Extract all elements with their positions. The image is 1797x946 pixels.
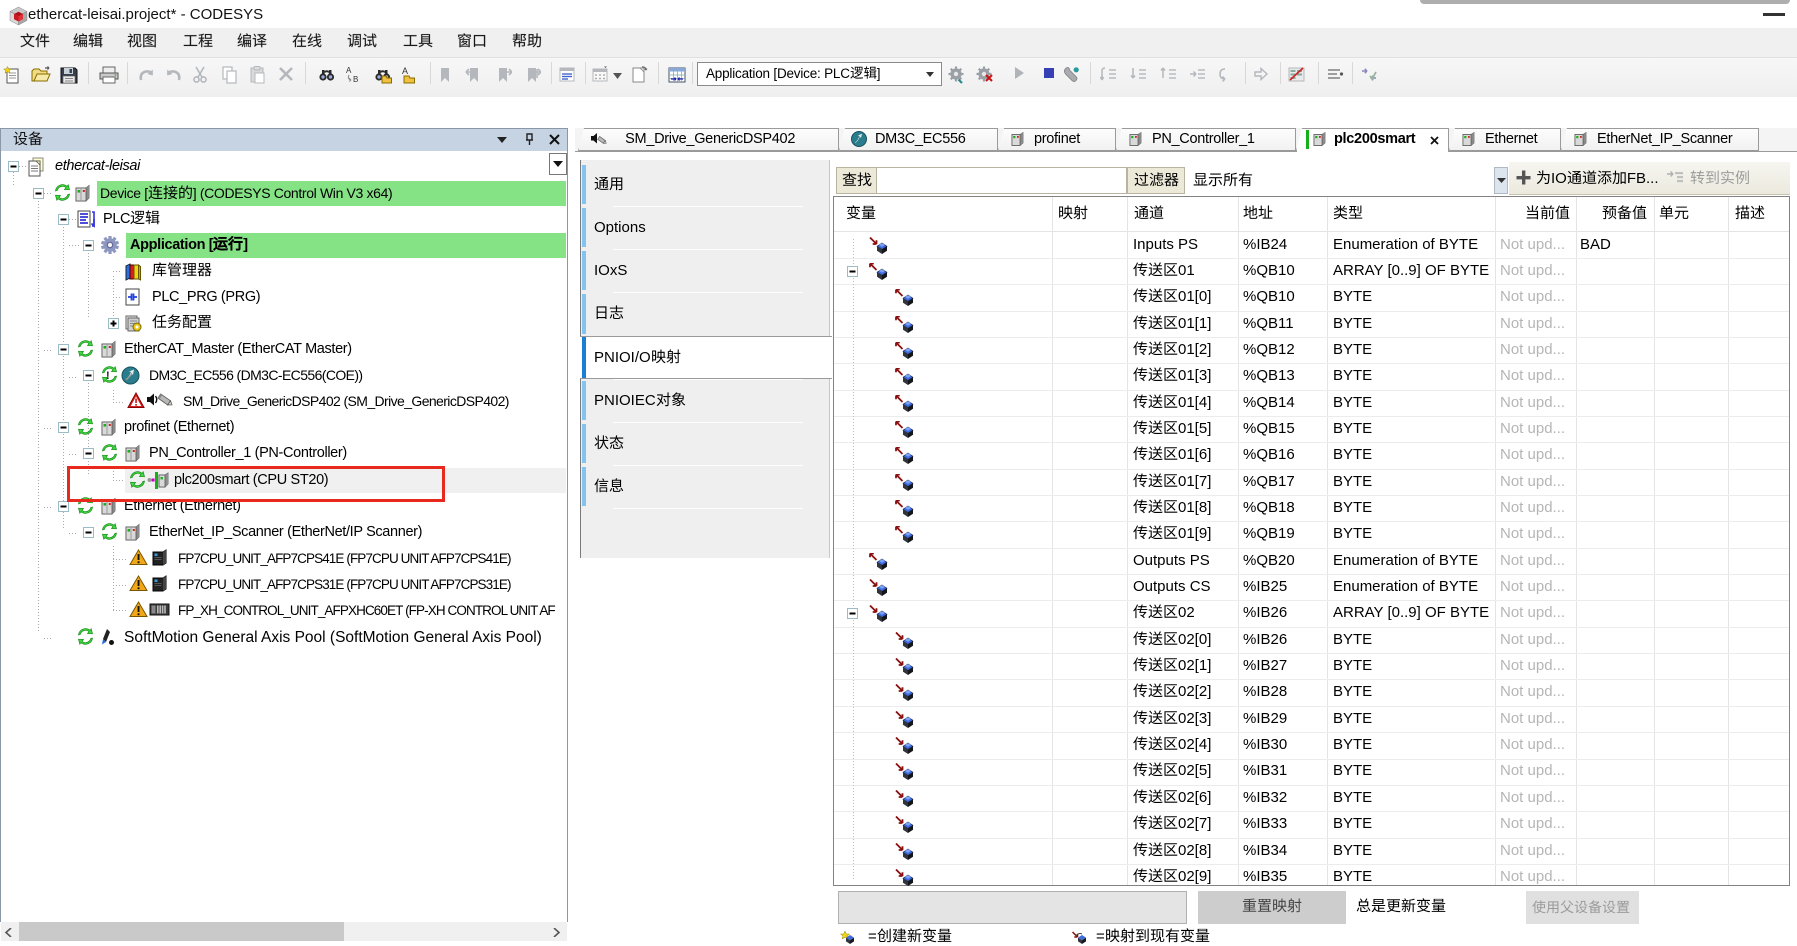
svg-text:A: A [402, 66, 408, 76]
svg-text:B: B [353, 75, 358, 84]
svg-text:!: ! [106, 370, 110, 382]
svg-text:A: A [346, 66, 352, 75]
